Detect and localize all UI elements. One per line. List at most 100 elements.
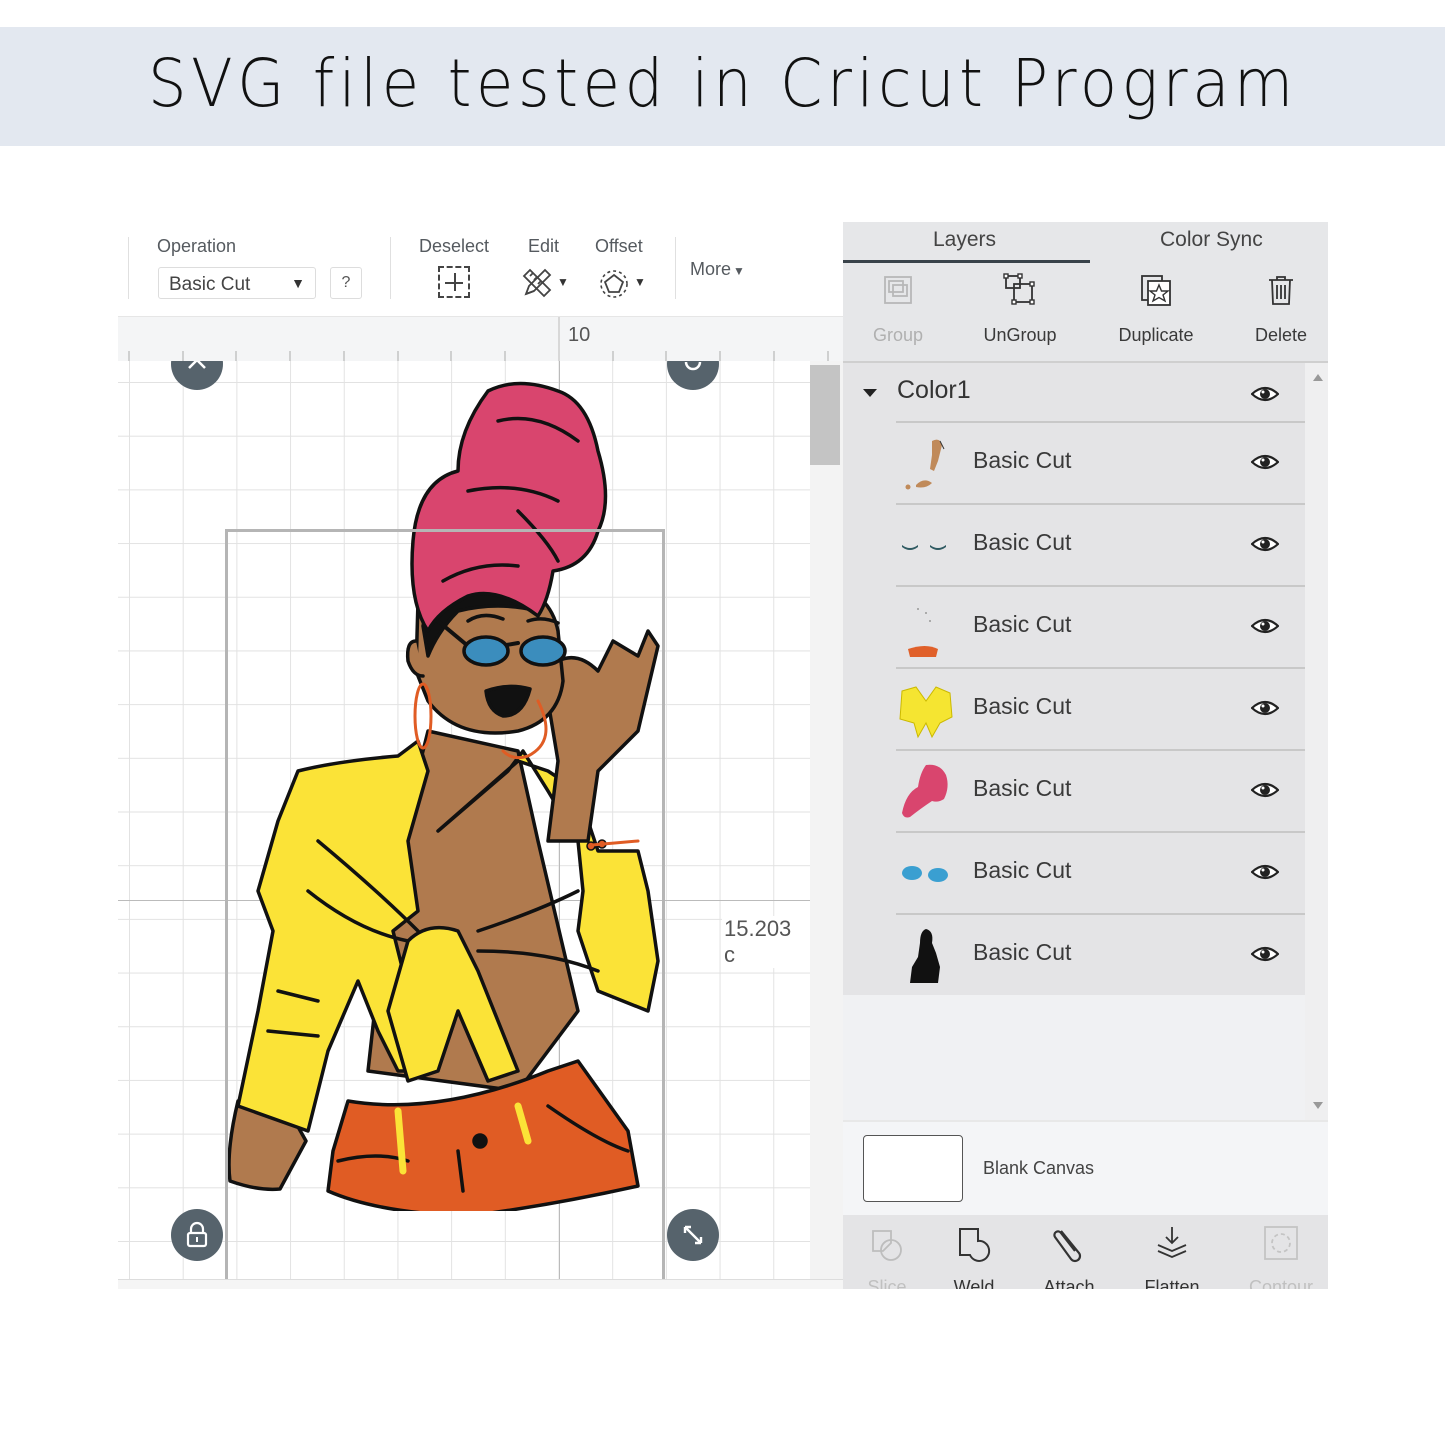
layer-name: Basic Cut — [973, 693, 1072, 719]
tab-color-sync[interactable]: Color Sync — [1160, 228, 1263, 252]
eye-icon[interactable] — [1251, 699, 1279, 717]
eye-icon[interactable] — [1251, 863, 1279, 881]
toolbar-divider — [675, 237, 676, 299]
contour-icon — [1264, 1226, 1298, 1260]
weld-button[interactable]: Weld — [926, 1215, 1022, 1289]
flatten-icon — [1157, 1227, 1187, 1258]
layer-actions: Group UnGroup Duplicate Delete — [843, 264, 1328, 363]
layer-name: Basic Cut — [973, 611, 1072, 637]
panel-tabs: Layers Color Sync — [843, 222, 1328, 266]
more-menu-button[interactable]: More ▼ — [690, 259, 745, 280]
group-label: Group — [872, 325, 924, 345]
blank-canvas-label: Blank Canvas — [983, 1158, 1095, 1178]
slice-icon — [872, 1230, 902, 1261]
group-button[interactable]: Group — [843, 264, 953, 361]
eye-icon[interactable] — [1251, 535, 1279, 553]
layer-thumbnail-yellow-shirt — [899, 686, 953, 739]
contour-label: Contour — [1248, 1277, 1314, 1289]
banner: SVG file tested in Cricut Program — [0, 27, 1445, 146]
canvas-vertical-scrollbar[interactable] — [810, 361, 843, 1281]
ungroup-label: UnGroup — [983, 325, 1057, 345]
height-dimension-label: 15.203 c — [722, 916, 810, 968]
layer-item[interactable]: Basic Cut — [896, 421, 1305, 504]
eye-icon[interactable] — [1251, 385, 1279, 403]
layer-item[interactable]: Basic Cut — [896, 585, 1305, 668]
resize-arrows-icon — [683, 1225, 703, 1245]
offset-icon[interactable] — [598, 268, 630, 300]
layer-thumbnail-black-silhouette — [910, 929, 940, 983]
deselect-label: Deselect — [419, 236, 490, 256]
horizontal-ruler: 10 — [118, 316, 843, 362]
active-tab-indicator — [843, 260, 1090, 263]
selection-bounding-box[interactable] — [225, 529, 665, 1281]
ruler-ticks — [128, 317, 829, 361]
flatten-button[interactable]: Flatten — [1124, 1215, 1220, 1289]
banner-title: SVG file tested in Cricut Program — [147, 45, 1298, 122]
layer-thumbnail-skin-highlights — [905, 439, 945, 490]
scrollbar-thumb[interactable] — [810, 365, 840, 465]
scroll-down-arrow-icon[interactable] — [1313, 1102, 1323, 1109]
layer-item[interactable]: Basic Cut — [896, 831, 1305, 914]
collapse-caret-icon[interactable] — [863, 389, 877, 397]
delete-label: Delete — [1254, 325, 1308, 345]
scroll-up-arrow-icon[interactable] — [1313, 374, 1323, 381]
layers-panel: Layers Color Sync Group UnGroup Duplicat… — [843, 222, 1328, 1289]
flatten-label: Flatten — [1144, 1277, 1200, 1289]
deselect-button[interactable] — [438, 266, 470, 298]
attach-button[interactable]: Attach — [1021, 1215, 1117, 1289]
resize-handle[interactable] — [667, 1209, 719, 1261]
operation-value: Basic Cut — [169, 274, 251, 295]
layer-name: Basic Cut — [973, 447, 1072, 473]
duplicate-button[interactable]: Duplicate — [1101, 264, 1211, 361]
layer-item[interactable]: Basic Cut — [896, 503, 1305, 586]
cricut-design-space: Operation Basic Cut ▼ ? Deselect Edit ▼ … — [118, 222, 1328, 1289]
weld-label: Weld — [953, 1277, 995, 1289]
layer-item[interactable]: Basic Cut — [896, 913, 1305, 996]
layer-name: Basic Cut — [973, 775, 1072, 801]
slice-button[interactable]: Slice — [839, 1215, 935, 1289]
delete-handle[interactable] — [171, 361, 223, 390]
trash-icon — [1269, 276, 1293, 305]
blank-canvas-row[interactable]: Blank Canvas — [843, 1120, 1328, 1217]
blank-canvas-swatch[interactable] — [863, 1135, 963, 1202]
ungroup-button[interactable]: UnGroup — [965, 264, 1075, 361]
layers-empty-area — [843, 995, 1305, 1120]
layer-thumbnail-eyelashes — [902, 545, 946, 550]
offset-dropdown-caret-icon[interactable]: ▼ — [634, 275, 646, 289]
lock-proportions-handle[interactable] — [171, 1209, 223, 1261]
layer-item[interactable]: Basic Cut — [896, 749, 1305, 832]
tab-layers[interactable]: Layers — [933, 228, 996, 252]
weld-icon — [959, 1228, 991, 1262]
layers-scrollbar[interactable] — [1305, 363, 1328, 1120]
eye-icon[interactable] — [1251, 617, 1279, 635]
edit-pencil-ruler-icon[interactable] — [520, 266, 554, 300]
layers-list: Color1 Basic Cut Basic Cut Basic Cut Basic … — [843, 363, 1305, 995]
eye-icon[interactable] — [1251, 945, 1279, 963]
layer-thumbnail-orange-accents — [908, 608, 938, 657]
layer-name: Basic Cut — [973, 857, 1072, 883]
design-canvas[interactable]: 15.203 c 00% — [118, 361, 810, 1281]
toolbar: Operation Basic Cut ▼ ? Deselect Edit ▼ … — [118, 222, 843, 316]
layer-thumbnail-pink-headwrap — [902, 764, 948, 818]
contour-button[interactable]: Contour — [1233, 1215, 1328, 1289]
chevron-down-icon: ▼ — [291, 275, 305, 291]
canvas-horizontal-scrollbar[interactable] — [118, 1279, 843, 1289]
bottom-tools: Slice Weld Attach Flatten Contour — [843, 1215, 1328, 1289]
eye-icon[interactable] — [1251, 453, 1279, 471]
ungroup-icon — [1003, 273, 1035, 305]
layer-item[interactable]: Basic Cut — [896, 667, 1305, 750]
layer-group-color1[interactable]: Color1 — [843, 363, 1305, 421]
layer-name: Basic Cut — [973, 529, 1072, 555]
operation-label: Operation — [157, 236, 237, 256]
operation-select[interactable]: Basic Cut ▼ — [158, 267, 316, 299]
eye-icon[interactable] — [1251, 781, 1279, 799]
group-name: Color1 — [897, 376, 971, 404]
edit-dropdown-caret-icon[interactable]: ▼ — [557, 275, 569, 289]
lock-icon — [186, 1221, 208, 1248]
slice-label: Slice — [867, 1277, 907, 1289]
attach-icon — [1053, 1230, 1082, 1263]
chevron-down-icon: ▼ — [733, 264, 745, 278]
delete-button[interactable]: Delete — [1226, 264, 1328, 361]
duplicate-icon — [1141, 275, 1171, 306]
operation-help-button[interactable]: ? — [330, 267, 362, 299]
